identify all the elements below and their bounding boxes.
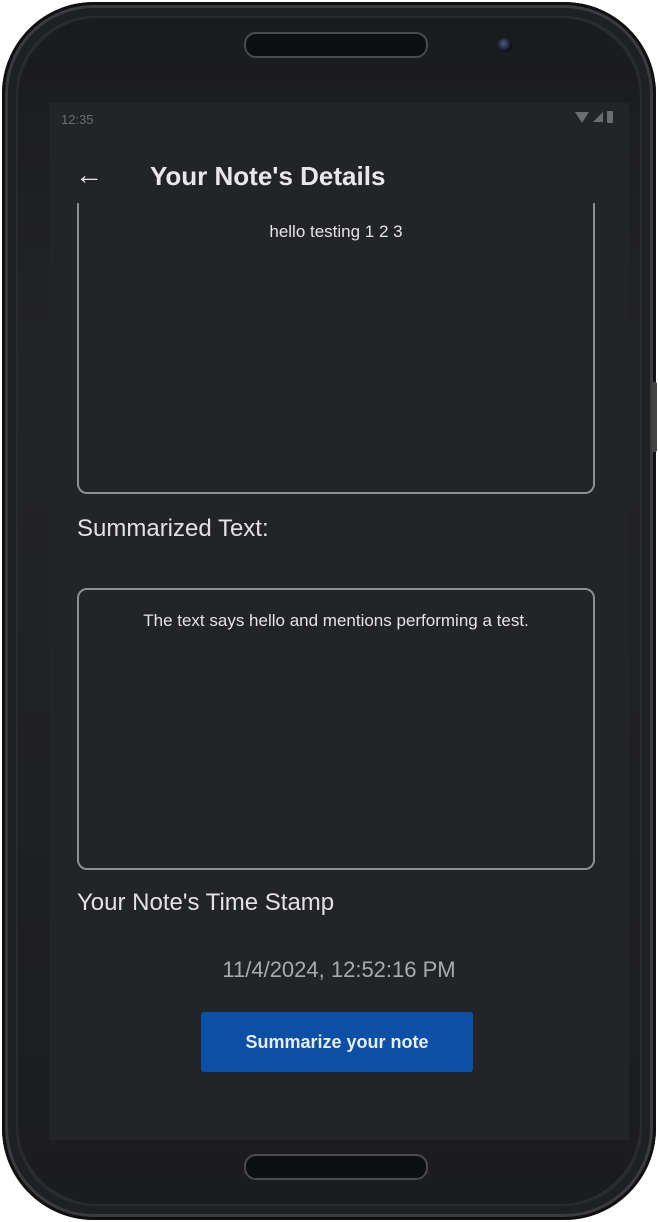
timestamp-label: Your Note's Time Stamp	[77, 889, 335, 916]
note-text-box[interactable]: hello testing 1 2 3	[77, 203, 595, 494]
status-time: 12:35	[61, 112, 94, 127]
bottom-speaker	[244, 1154, 428, 1180]
battery-icon	[607, 111, 613, 123]
note-text: hello testing 1 2 3	[269, 222, 403, 241]
wifi-icon	[575, 111, 589, 123]
summary-text: The text says hello and mentions perform…	[143, 611, 529, 630]
app-screen: 12:35 ← Your Note's Details hello testin…	[49, 103, 629, 1140]
back-arrow-icon[interactable]: ←	[73, 159, 105, 191]
signal-icon	[593, 112, 603, 122]
summary-label: Summarized Text:	[77, 515, 269, 542]
volume-button	[652, 382, 657, 452]
page-title: Your Note's Details	[150, 161, 386, 191]
timestamp-value: 11/4/2024, 12:52:16 PM	[222, 957, 456, 982]
status-bar: 12:35	[49, 103, 629, 137]
summary-text-box[interactable]: The text says hello and mentions perform…	[77, 588, 595, 870]
summarize-button[interactable]: Summarize your note	[201, 1012, 473, 1072]
earpiece-speaker	[244, 32, 428, 58]
front-camera	[498, 38, 512, 52]
status-icons	[575, 111, 613, 123]
phone-frame: 12:35 ← Your Note's Details hello testin…	[2, 2, 657, 1220]
